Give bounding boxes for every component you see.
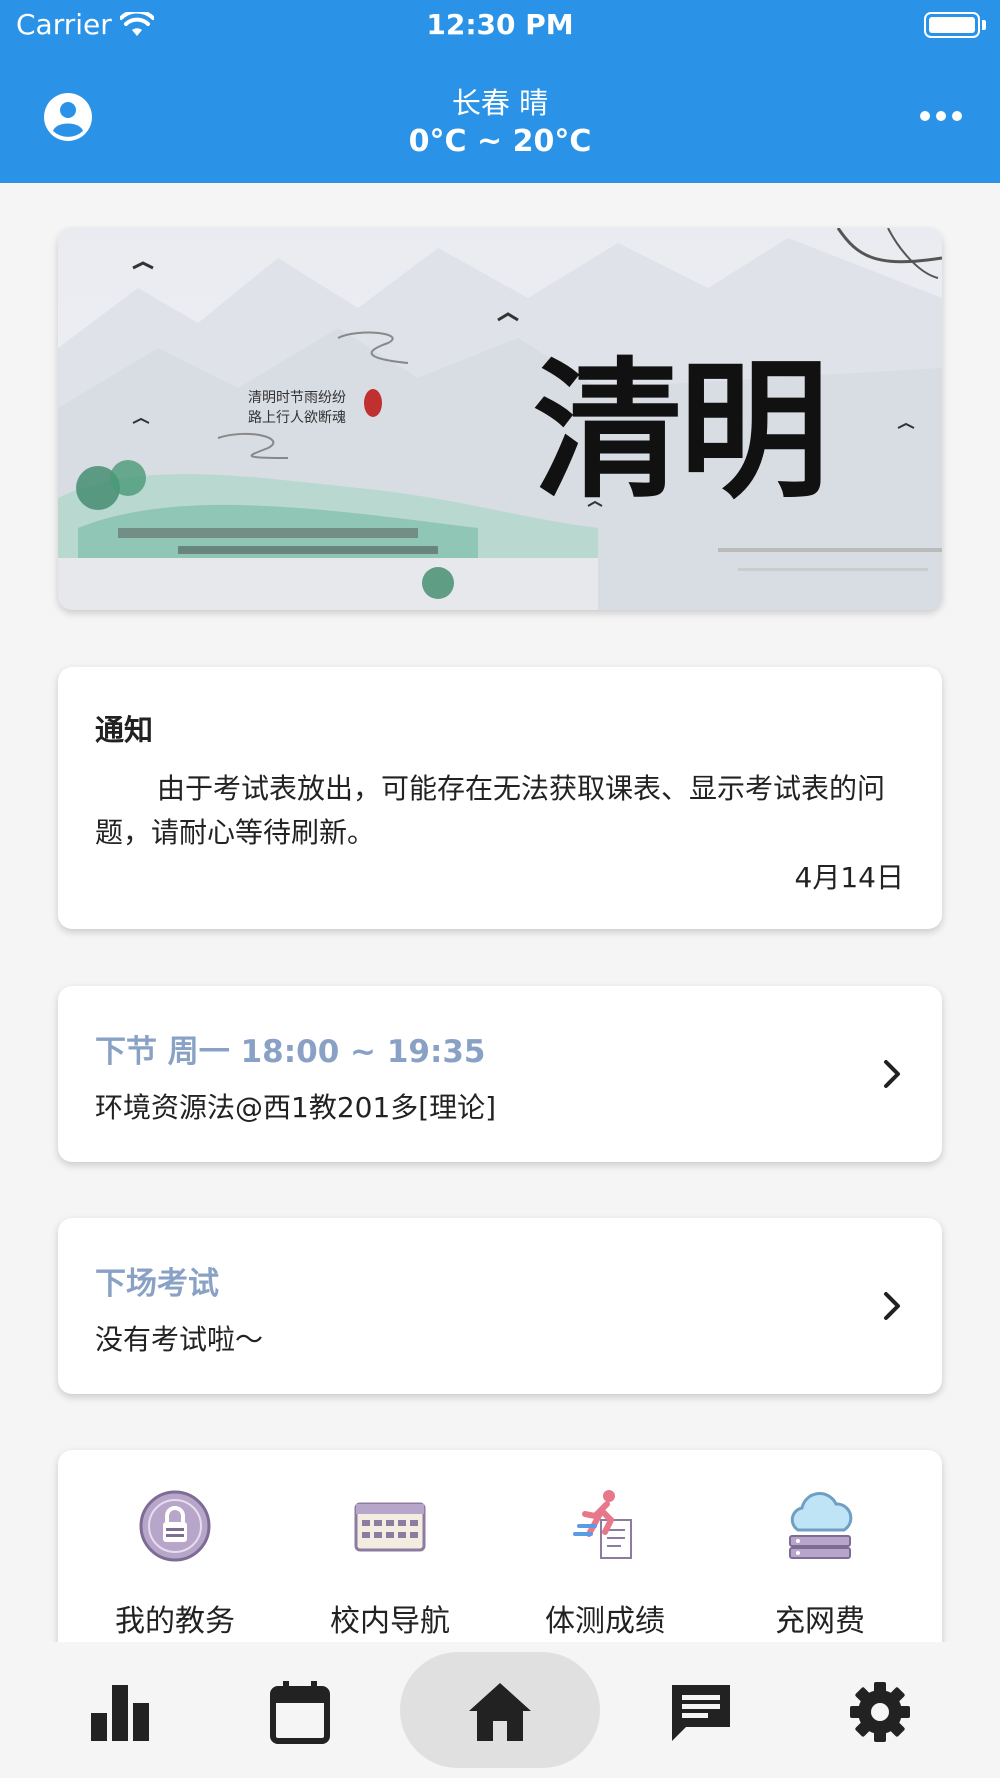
cloud-server-icon <box>789 1492 853 1559</box>
battery-tip <box>982 20 986 30</box>
status-bar: Carrier 12:30 PM <box>0 0 1000 50</box>
quick-action-label: 我的教务 <box>115 1604 235 1639</box>
weather-temperature: 0°C ~ 20°C <box>408 124 592 159</box>
quick-action-navigation[interactable]: 校内导航 <box>300 1486 480 1640</box>
chevron-right-icon <box>884 1292 900 1320</box>
status-time: 12:30 PM <box>426 8 574 41</box>
notice-title: 通知 <box>95 713 154 747</box>
notice-date: 4月14日 <box>794 861 904 894</box>
quick-action-fitness[interactable]: 体测成绩 <box>515 1486 695 1640</box>
next-exam-card[interactable]: 下场考试 没有考试啦～ <box>58 1218 942 1394</box>
lock-globe-icon <box>139 1490 211 1562</box>
banner-poem: 清明时节雨纷纷 路上行人欲断魂 <box>248 390 346 426</box>
weather-city: 长春 晴 <box>451 86 549 120</box>
bottom-navigation <box>0 1642 1000 1778</box>
quick-action-label: 充网费 <box>775 1604 865 1639</box>
notice-body: 由于考试表放出，可能存在无法获取课表、显示考试表的问题，请耐心等待刷新。 <box>95 772 886 849</box>
app-bar: Carrier 12:30 PM 长春 晴 0°C ~ 20°C <box>0 0 1000 183</box>
runner-report-icon <box>573 1490 632 1559</box>
next-class-detail: 环境资源法@西1教201多[理论] <box>95 1091 497 1124</box>
message-icon[interactable] <box>666 1679 736 1745</box>
more-icon[interactable] <box>920 103 964 129</box>
quick-action-network-fee[interactable]: 充网费 <box>730 1486 910 1640</box>
bar-chart-icon[interactable] <box>85 1679 155 1745</box>
banner-calligraphy: 清明 <box>533 343 829 519</box>
quick-action-academic[interactable]: 我的教务 <box>85 1486 265 1640</box>
next-class-title: 下节 周一 18:00 ~ 19:35 <box>95 1034 486 1070</box>
calendar-icon[interactable] <box>265 1679 335 1745</box>
keyboard-icon <box>354 1502 426 1552</box>
gear-icon[interactable] <box>845 1679 915 1745</box>
next-class-card[interactable]: 下节 周一 18:00 ~ 19:35 环境资源法@西1教201多[理论] <box>58 986 942 1162</box>
next-exam-detail: 没有考试啦～ <box>95 1323 264 1356</box>
next-exam-title: 下场考试 <box>95 1266 219 1302</box>
quick-action-label: 校内导航 <box>330 1604 450 1639</box>
chevron-right-icon <box>884 1060 900 1088</box>
home-icon[interactable] <box>465 1679 535 1745</box>
qingming-banner[interactable]: 清明时节雨纷纷 路上行人欲断魂 清明 <box>58 228 942 610</box>
notice-card[interactable]: 通知 由于考试表放出，可能存在无法获取课表、显示考试表的问题，请耐心等待刷新。 … <box>58 667 942 929</box>
battery-icon <box>924 12 980 38</box>
quick-action-label: 体测成绩 <box>545 1604 665 1639</box>
weather-info: 长春 晴 0°C ~ 20°C <box>0 80 1000 159</box>
